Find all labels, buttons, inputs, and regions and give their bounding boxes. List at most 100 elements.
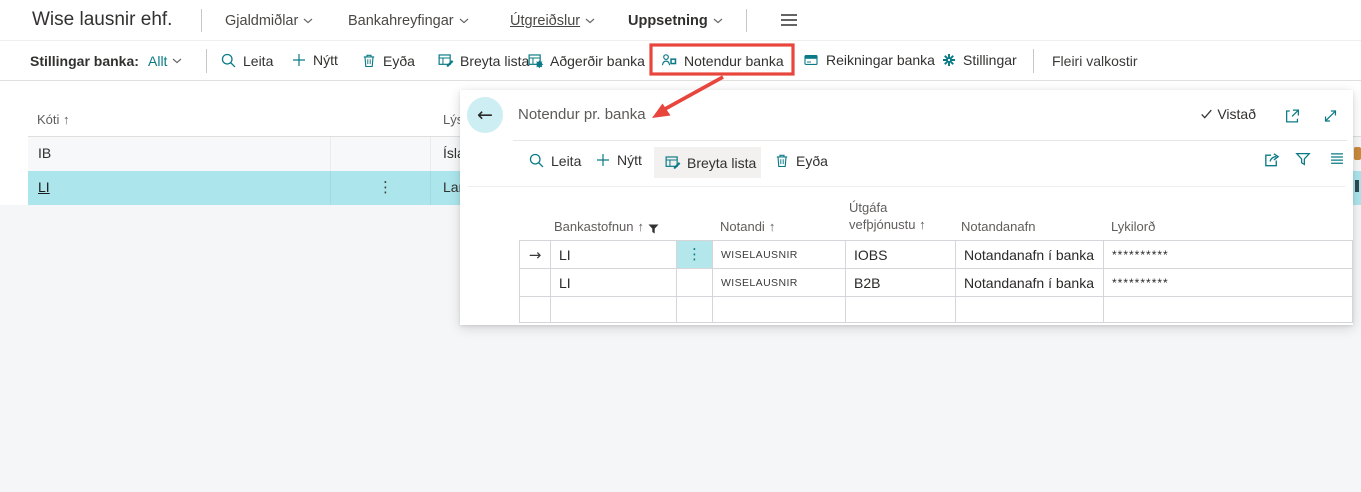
- nav-menu-gjaldmidlar[interactable]: Gjaldmiðlar: [225, 13, 313, 29]
- page-caption: Stillingar banka:: [30, 53, 139, 69]
- current-row-arrow-icon: →: [529, 246, 542, 264]
- filter-icon[interactable]: [1294, 150, 1312, 168]
- cell-bankastofnun[interactable]: LI: [551, 241, 677, 269]
- table-gear-icon: [527, 52, 544, 69]
- list-view-icon[interactable]: [1328, 150, 1346, 167]
- column-separator: [430, 171, 431, 205]
- cell-lykilord[interactable]: **********: [1104, 241, 1353, 269]
- cell-utgafa[interactable]: IOBS: [846, 241, 956, 269]
- column-header-lykilord[interactable]: Lykilorð: [1111, 219, 1155, 234]
- trash-icon: [774, 152, 790, 169]
- row-indicator-cell: [520, 269, 551, 297]
- nav-divider: [746, 9, 747, 32]
- panel-search-button[interactable]: Leita: [528, 152, 581, 169]
- panel-header-divider: [513, 140, 1347, 141]
- row-indicator-cell: →: [520, 241, 551, 269]
- clipped-list-fragment: [1355, 180, 1359, 192]
- edit-list-button[interactable]: Breyta lista: [437, 52, 529, 69]
- panel-delete-button[interactable]: Eyða: [774, 152, 828, 169]
- saved-status: Vistað: [1199, 106, 1256, 122]
- toolbar-divider: [1033, 49, 1034, 73]
- hamburger-menu-icon[interactable]: [780, 12, 798, 28]
- back-arrow-icon: ←: [477, 104, 493, 126]
- notendur-pr-banka-panel: ← Notendur pr. banka Vistað Leita Nýtt B…: [460, 90, 1353, 325]
- panel-table-header-row: Bankastofnun↑ Notandi↑ Útgáfavefþjónustu…: [519, 194, 1352, 240]
- column-separator: [430, 137, 431, 171]
- cell-notandanafn[interactable]: Notandanafn í banka: [956, 241, 1104, 269]
- delete-button[interactable]: Eyða: [361, 52, 415, 69]
- column-header-utgafa-vefthjonustu[interactable]: Útgáfavefþjónustu ↑: [849, 199, 926, 234]
- cell-notandanafn[interactable]: [956, 297, 1104, 323]
- bank-users-button[interactable]: Notendur banka: [660, 52, 784, 69]
- view-filter-dropdown[interactable]: Allt: [148, 53, 182, 69]
- settings-button[interactable]: Stillingar: [941, 52, 1017, 68]
- edit-table-icon: [437, 52, 454, 69]
- cell-notandi[interactable]: [713, 297, 846, 323]
- panel-edit-list-button-active[interactable]: Breyta lista: [654, 147, 761, 178]
- nav-divider: [201, 9, 202, 32]
- column-separator: [330, 137, 331, 171]
- panel-toolbar-divider: [468, 186, 1345, 187]
- cell-code-link[interactable]: LI: [38, 179, 50, 195]
- top-nav-bar: Wise lausnir ehf. Gjaldmiðlar Bankahreyf…: [0, 0, 1361, 41]
- column-header-notandi[interactable]: Notandi↑: [720, 219, 775, 234]
- row-context-menu-cell[interactable]: ⋮: [677, 241, 713, 269]
- business-central-app: Wise lausnir ehf. Gjaldmiðlar Bankahreyf…: [0, 0, 1361, 492]
- edit-table-icon: [664, 154, 681, 171]
- cell-notandi[interactable]: WISELAUSNIR: [713, 241, 846, 269]
- cell-utgafa[interactable]: [846, 297, 956, 323]
- cell-lykilord[interactable]: [1104, 297, 1353, 323]
- nav-menu-bankahreyfingar[interactable]: Bankahreyfingar: [348, 13, 469, 29]
- back-button[interactable]: ←: [467, 97, 503, 133]
- cell-bankastofnun[interactable]: [551, 297, 677, 323]
- panel-title: Notendur pr. banka: [518, 106, 646, 123]
- row-context-menu-cell[interactable]: [677, 297, 713, 323]
- open-in-window-icon[interactable]: [1283, 107, 1302, 125]
- clipped-list-fragment: [1354, 147, 1361, 160]
- row-context-menu-cell[interactable]: [677, 269, 713, 297]
- chevron-down-icon: [585, 18, 595, 24]
- cell-notandanafn[interactable]: Notandanafn í banka: [956, 269, 1104, 297]
- column-header-koti[interactable]: Kóti ↑: [37, 112, 70, 127]
- panel-table-grid: → LI ⋮ WISELAUSNIR IOBS Notandanafn í ba…: [519, 240, 1353, 323]
- bank-accounts-button[interactable]: Reikningar banka: [802, 52, 935, 68]
- chevron-down-icon: [713, 18, 723, 24]
- share-icon[interactable]: [1262, 150, 1282, 169]
- search-icon: [528, 152, 545, 169]
- plus-icon: [291, 52, 307, 68]
- trash-icon: [361, 52, 377, 69]
- cell-lykilord[interactable]: **********: [1104, 269, 1353, 297]
- bank-actions-button[interactable]: Aðgerðir banka: [527, 52, 645, 69]
- column-separator: [330, 171, 331, 205]
- page-action-bar: Stillingar banka: Allt Leita Nýtt Eyða B…: [0, 41, 1361, 81]
- cell-code[interactable]: IB: [38, 145, 51, 161]
- search-icon: [220, 52, 237, 69]
- chevron-down-icon: [303, 18, 313, 24]
- toolbar-divider: [206, 49, 207, 73]
- nav-menu-uppsetning[interactable]: Uppsetning: [628, 13, 723, 29]
- cell-notandi[interactable]: WISELAUSNIR: [713, 269, 846, 297]
- new-button[interactable]: Nýtt: [291, 52, 338, 68]
- check-icon: [1199, 107, 1214, 121]
- filter-applied-icon: [648, 224, 659, 234]
- expand-panel-icon[interactable]: [1321, 107, 1340, 125]
- row-context-menu-icon: ⋮: [687, 247, 702, 262]
- chevron-down-icon: [459, 18, 469, 24]
- column-header-bankastofnun[interactable]: Bankastofnun↑: [554, 219, 659, 234]
- company-name[interactable]: Wise lausnir ehf.: [32, 9, 172, 31]
- more-options-button[interactable]: Fleiri valkostir: [1052, 53, 1138, 69]
- nav-menu-utgreidslur[interactable]: Útgreiðslur: [510, 13, 595, 29]
- bank-account-card-icon: [802, 52, 820, 68]
- search-button[interactable]: Leita: [220, 52, 273, 69]
- content-area: Kóti ↑ Lýsin IB Ísla LI ⋮ Lan ← Not: [0, 81, 1361, 492]
- cell-bankastofnun[interactable]: LI: [551, 269, 677, 297]
- chevron-down-icon: [172, 58, 182, 64]
- column-header-notandanafn[interactable]: Notandanafn: [961, 219, 1035, 234]
- cell-utgafa[interactable]: B2B: [846, 269, 956, 297]
- plus-icon: [595, 152, 611, 168]
- row-context-menu-icon[interactable]: ⋮: [378, 180, 393, 195]
- bank-users-icon: [660, 52, 678, 69]
- row-indicator-cell: [520, 297, 551, 323]
- gear-icon: [941, 52, 957, 68]
- panel-new-button[interactable]: Nýtt: [595, 152, 642, 168]
